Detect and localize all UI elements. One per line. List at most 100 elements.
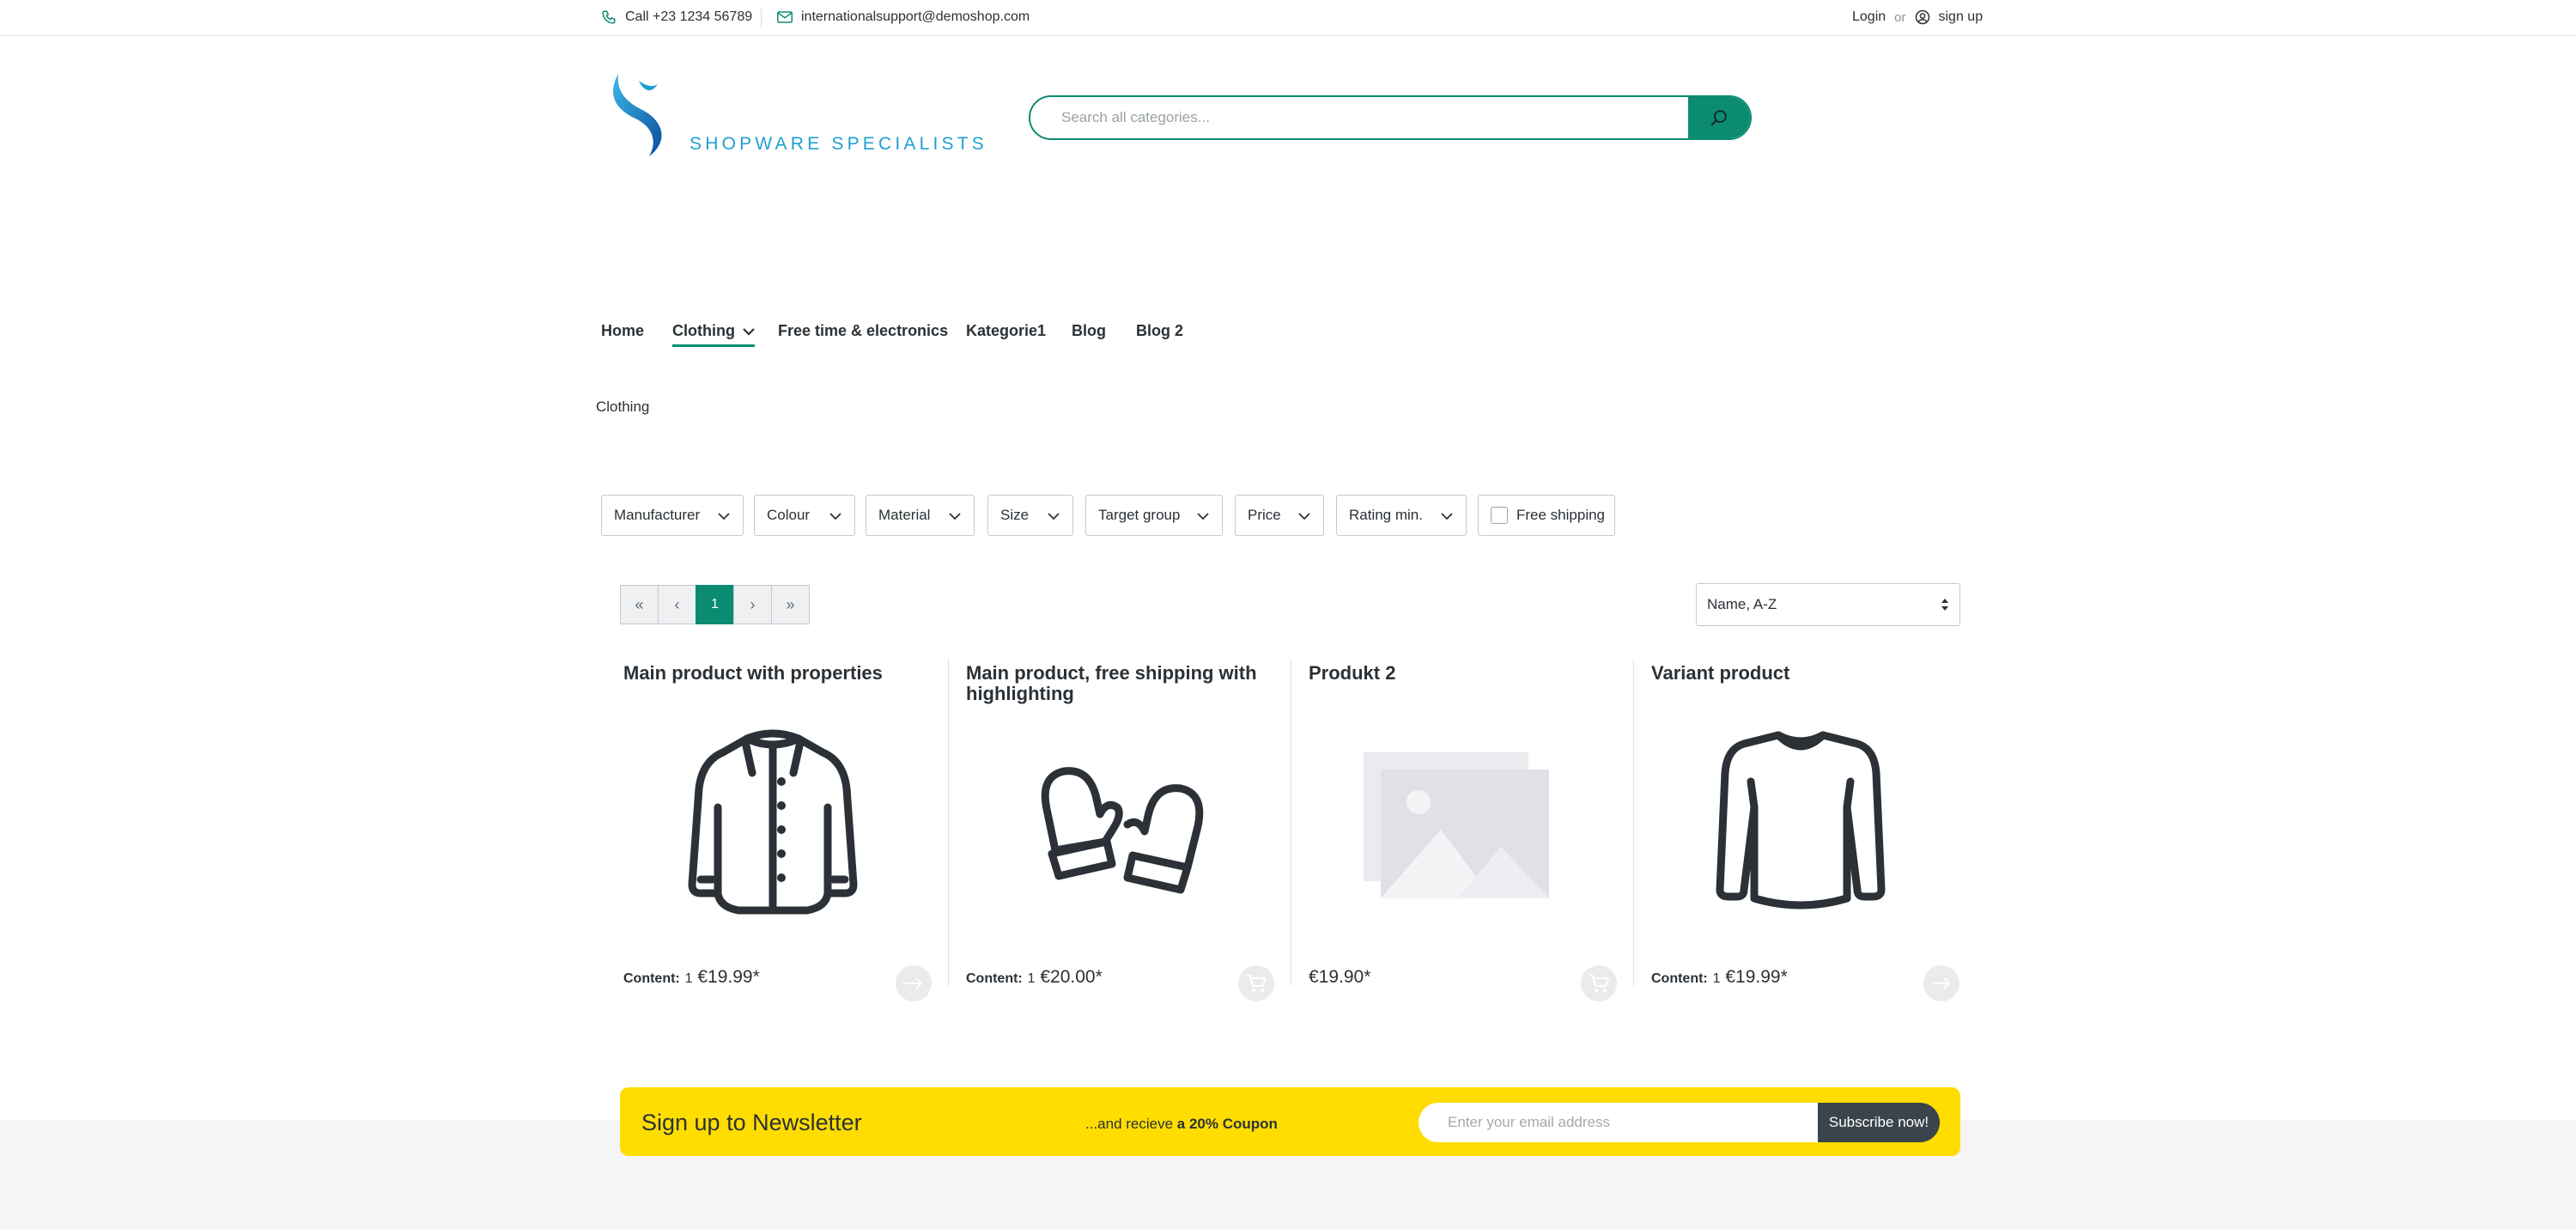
filter-label: Manufacturer	[614, 507, 701, 523]
content-value: 1	[684, 971, 693, 986]
product-title[interactable]: Produkt 2	[1309, 663, 1609, 684]
select-arrows-icon	[1941, 599, 1948, 611]
topbar-divider	[761, 9, 762, 27]
signup-link[interactable]: sign up	[1939, 9, 1984, 25]
product-price: Content: 1 €19.99*	[623, 967, 760, 988]
shop-logo[interactable]: SHOPWARE SPECIALISTS	[601, 67, 984, 161]
price-value: €20.00*	[1040, 967, 1103, 987]
placeholder-image-icon	[1364, 752, 1549, 898]
nav-item-label: Clothing	[672, 322, 735, 339]
filter-colour[interactable]: Colour	[754, 495, 855, 536]
mittens-icon	[1041, 767, 1204, 894]
price-value: €19.99*	[1725, 967, 1788, 987]
account-links: Login or sign up	[1852, 9, 1983, 25]
phone-contact[interactable]: Call +23 1234 56789	[601, 9, 752, 25]
filter-label: Rating min.	[1349, 507, 1423, 523]
product-detail-button[interactable]	[896, 965, 932, 1001]
sort-selected-value: Name, A-Z	[1707, 596, 1777, 612]
newsletter-email-input[interactable]	[1419, 1103, 1822, 1142]
product-price: Content: 1 €19.99*	[1651, 967, 1788, 988]
product-title[interactable]: Variant product	[1651, 663, 1952, 684]
filter-label: Colour	[767, 507, 811, 523]
pagination-next-button[interactable]: ›	[733, 585, 772, 624]
filter-label: Size	[1000, 507, 1030, 523]
product-title[interactable]: Main product, free shipping with highlig…	[966, 663, 1267, 704]
coupon-bold: a 20% Coupon	[1176, 1116, 1278, 1132]
cart-icon	[1589, 975, 1609, 992]
chevron-down-icon	[1048, 513, 1060, 520]
search-icon	[1710, 110, 1727, 126]
chevron-down-icon	[718, 513, 730, 520]
pagination-page-1[interactable]: 1	[696, 585, 734, 624]
filter-target-group[interactable]: Target group	[1085, 495, 1223, 536]
filter-price[interactable]: Price	[1235, 495, 1324, 536]
filter-free-shipping[interactable]: Free shipping	[1478, 495, 1615, 536]
content-label: Content:	[1651, 971, 1708, 986]
product-detail-button[interactable]	[1923, 965, 1959, 1001]
user-icon	[1915, 9, 1929, 25]
jacket-icon	[688, 729, 858, 915]
chevron-down-icon	[949, 513, 961, 520]
logo-text: SHOPWARE SPECIALISTS	[690, 134, 987, 154]
search-input[interactable]	[1030, 97, 1690, 138]
top-bar: Call +23 1234 56789 internationalsupport…	[0, 0, 2576, 36]
add-to-cart-button[interactable]	[1238, 965, 1274, 1001]
pagination: « ‹ 1 › »	[620, 585, 810, 624]
product-price: Content: 1 €20.00*	[966, 967, 1103, 988]
product-title[interactable]: Main product with properties	[623, 663, 924, 684]
product-card[interactable]: Produkt 2 €19.90*	[1286, 660, 1629, 1003]
content-label: Content:	[623, 971, 680, 986]
price-value: €19.99*	[697, 967, 760, 987]
add-to-cart-button[interactable]	[1581, 965, 1617, 1001]
search-bar	[1029, 95, 1752, 140]
filter-label: Target group	[1098, 507, 1181, 523]
content-value: 1	[1712, 971, 1721, 986]
breadcrumb[interactable]: Clothing	[596, 399, 649, 416]
email-text: internationalsupport@demoshop.com	[801, 9, 1030, 24]
cart-icon	[1247, 975, 1267, 992]
filter-size[interactable]: Size	[987, 495, 1073, 536]
chevron-down-icon	[1298, 513, 1310, 520]
nav-item-home[interactable]: Home	[601, 322, 644, 340]
filter-material[interactable]: Material	[866, 495, 975, 536]
filter-manufacturer[interactable]: Manufacturer	[601, 495, 744, 536]
product-price: €19.90*	[1309, 967, 1370, 988]
filter-label: Free shipping	[1516, 507, 1606, 523]
nav-item-clothing[interactable]: Clothing	[672, 322, 755, 347]
pagination-prev-button[interactable]: ‹	[658, 585, 696, 624]
newsletter-coupon-text: ...and recieve a 20% Coupon	[1085, 1116, 1278, 1133]
sweater-icon	[1716, 731, 1886, 910]
subscribe-button[interactable]: Subscribe now!	[1818, 1103, 1940, 1142]
filter-rating-min[interactable]: Rating min.	[1336, 495, 1467, 536]
filter-label: Material	[878, 507, 931, 523]
newsletter-title: Sign up to Newsletter	[641, 1110, 862, 1135]
login-link[interactable]: Login	[1852, 9, 1886, 25]
nav-item-blog-2[interactable]: Blog 2	[1136, 322, 1183, 340]
free-shipping-checkbox[interactable]	[1491, 507, 1508, 524]
product-card[interactable]: Variant product Content: 1 €19.99*	[1629, 660, 1971, 1003]
phone-text: Call +23 1234 56789	[625, 9, 753, 24]
mail-icon	[777, 11, 793, 23]
product-card[interactable]: Main product with properties Content: 1 …	[601, 660, 944, 1003]
chevron-down-icon	[743, 328, 755, 336]
sort-select[interactable]: Name, A-Z	[1696, 583, 1960, 626]
arrow-right-icon	[1933, 977, 1951, 989]
chevron-down-icon	[1441, 513, 1453, 520]
logo-mark-icon	[613, 74, 662, 156]
search-button[interactable]	[1688, 97, 1750, 138]
arrow-right-icon	[905, 977, 923, 989]
product-card[interactable]: Main product, free shipping with highlig…	[944, 660, 1286, 1003]
nav-item-blog[interactable]: Blog	[1072, 322, 1106, 340]
nav-item-free-time[interactable]: Free time & electronics	[778, 322, 948, 340]
chevron-down-icon	[1197, 513, 1209, 520]
content-label: Content:	[966, 971, 1023, 986]
newsletter-banner: Sign up to Newsletter ...and recieve a 2…	[620, 1087, 1960, 1156]
email-contact[interactable]: internationalsupport@demoshop.com	[777, 9, 1030, 25]
pagination-last-button[interactable]: »	[771, 585, 810, 624]
pagination-first-button[interactable]: «	[620, 585, 659, 624]
or-text: or	[1894, 9, 1906, 25]
phone-icon	[602, 10, 616, 24]
chevron-down-icon	[829, 513, 841, 520]
filter-label: Price	[1248, 507, 1281, 523]
nav-item-kategorie1[interactable]: Kategorie1	[966, 322, 1046, 340]
